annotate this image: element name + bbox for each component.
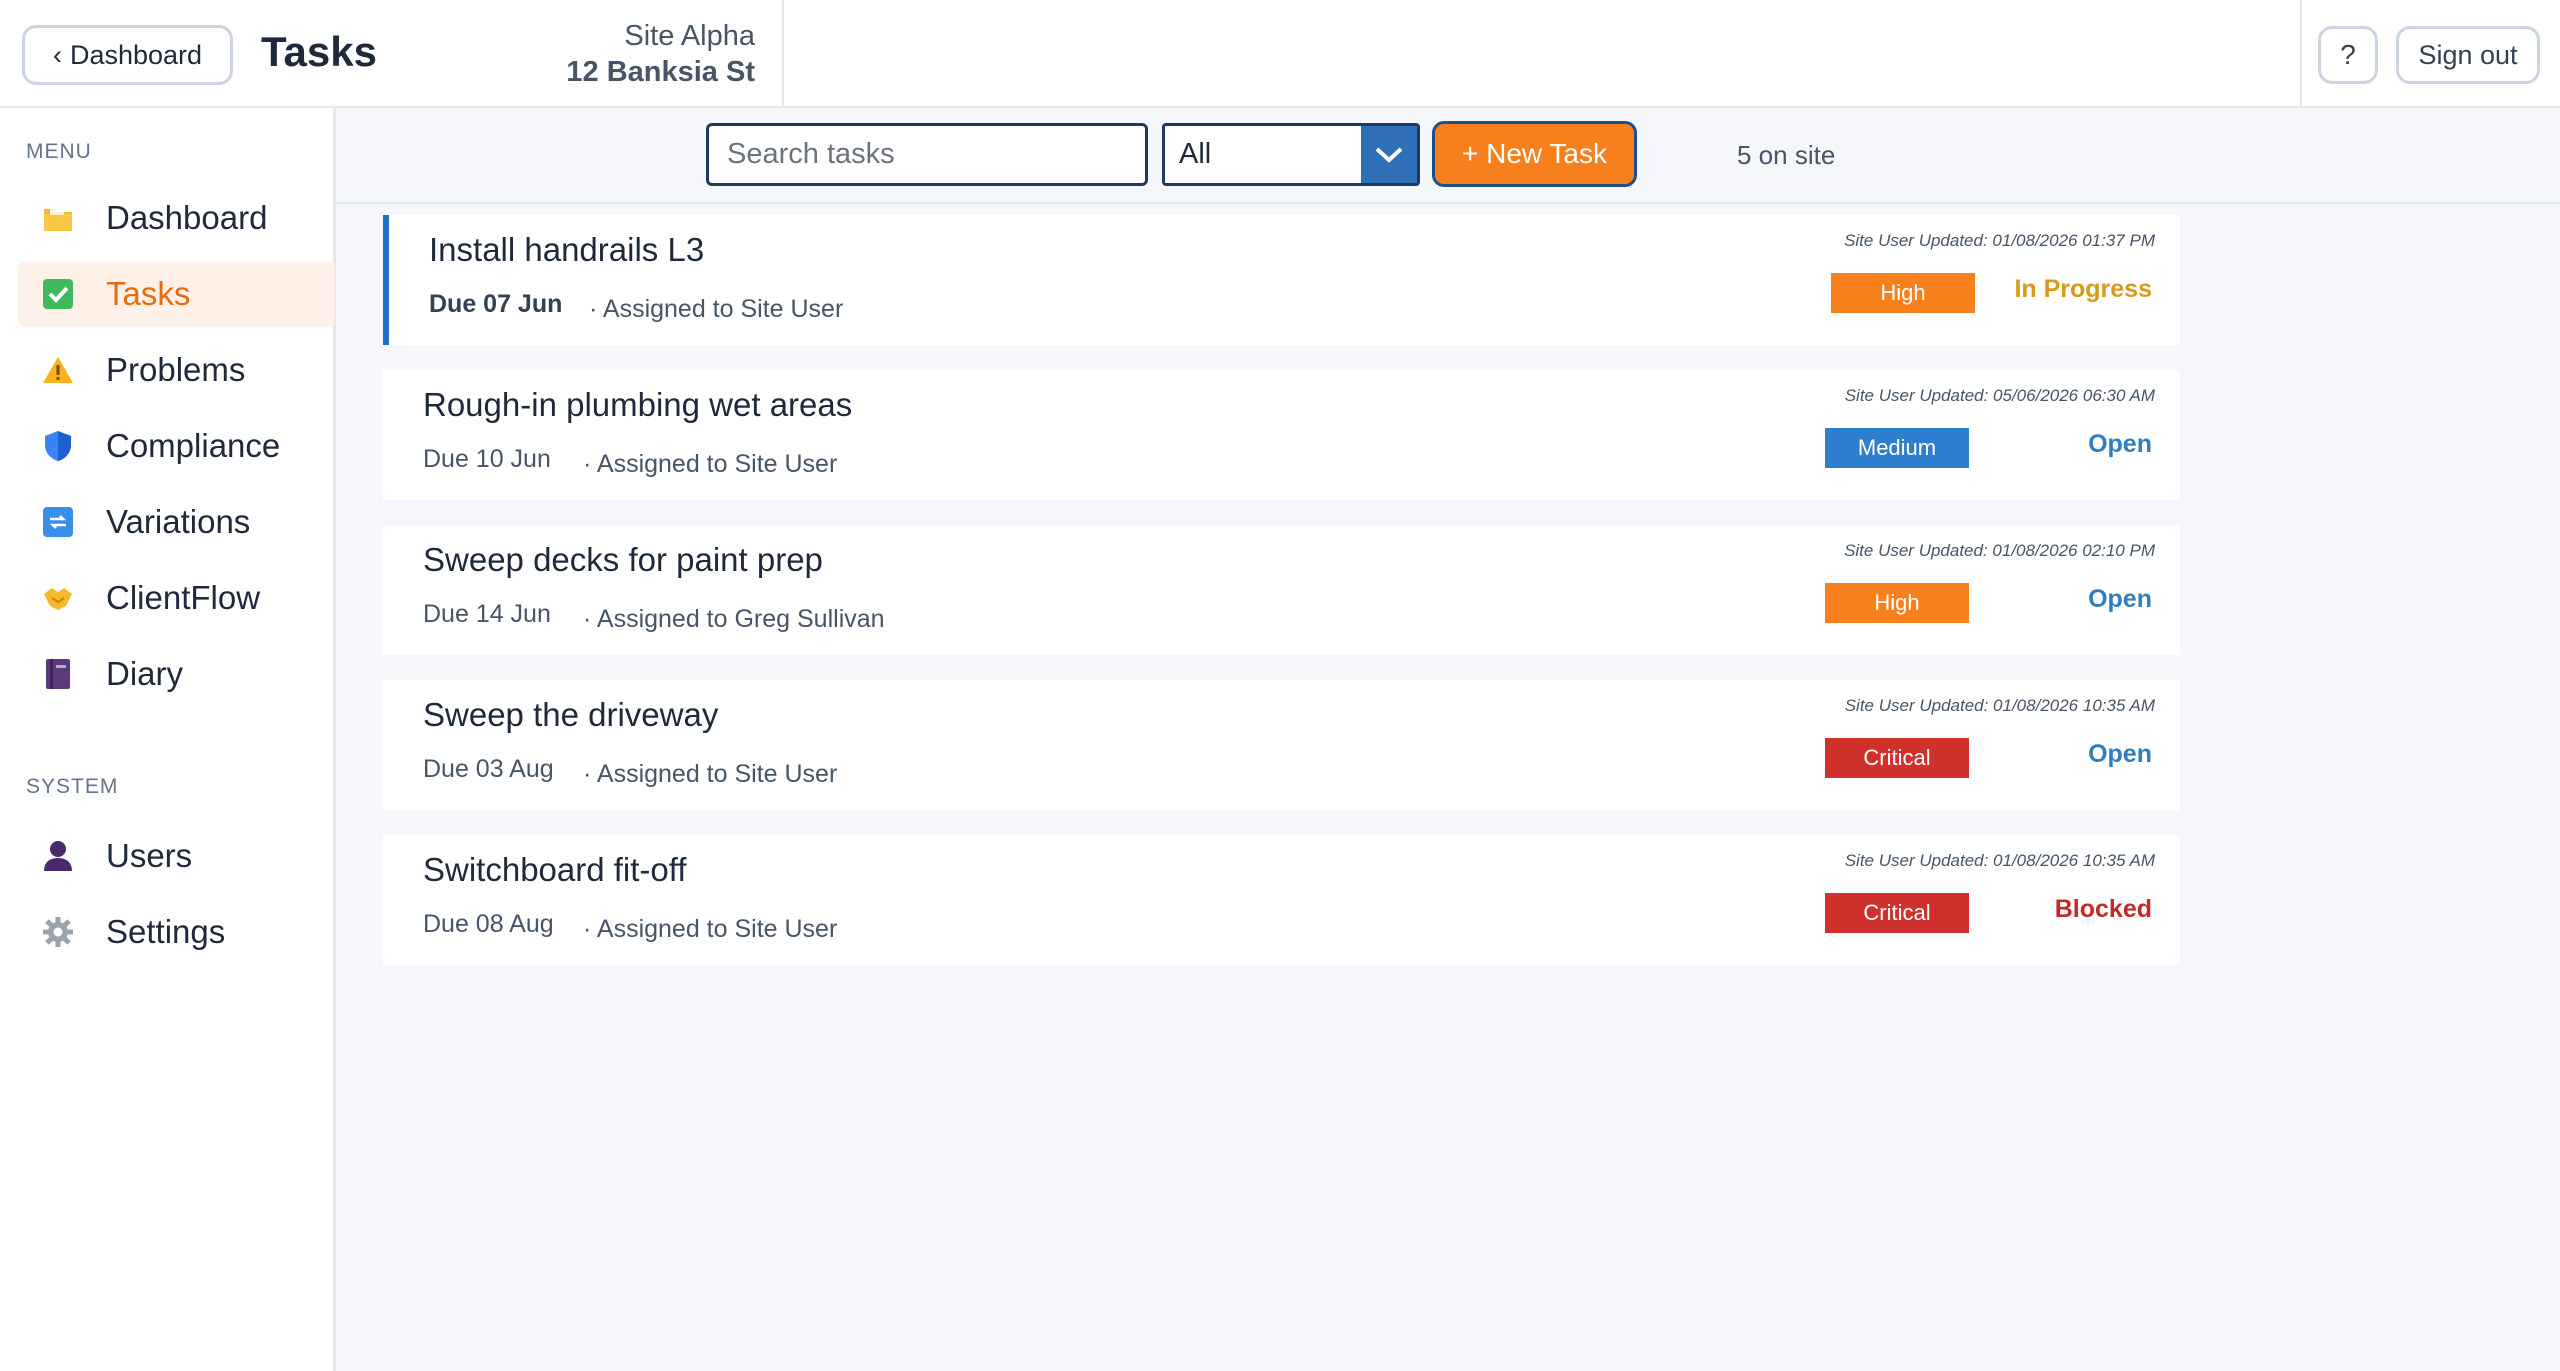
header-divider: [2300, 0, 2302, 108]
page-title: Tasks: [261, 28, 377, 75]
priority-badge: High: [1825, 583, 1969, 623]
sidebar-item-label: Users: [106, 837, 193, 874]
task-updated-meta: Site User Updated: 01/08/2026 10:35 AM: [1844, 696, 2155, 715]
site-info: Site Alpha 12 Banksia St: [566, 18, 755, 90]
task-updated-meta: Site User Updated: 01/08/2026 10:35 AM: [1844, 851, 2155, 870]
status-label: Open: [2088, 585, 2152, 613]
repeat-icon: [42, 506, 74, 538]
sidebar-item-label: Problems: [106, 351, 246, 388]
sidebar-item-users[interactable]: Users: [18, 823, 334, 889]
sidebar-item-clientflow[interactable]: ClientFlow: [18, 565, 334, 631]
menu-section-label: MENU: [26, 140, 92, 163]
task-due-date: Due 14 Jun: [423, 600, 551, 628]
sidebar-item-label: Diary: [106, 655, 184, 692]
sidebar-item-label: ClientFlow: [106, 579, 261, 616]
header-divider: [782, 0, 784, 108]
task-count: 5 on site: [1737, 140, 1836, 170]
priority-badge: Critical: [1825, 893, 1969, 933]
book-icon: [42, 658, 74, 690]
sidebar-item-diary[interactable]: Diary: [18, 641, 334, 707]
task-title: Sweep decks for paint prep: [423, 541, 823, 578]
status-label: Open: [2088, 740, 2152, 768]
priority-badge: Medium: [1825, 428, 1969, 468]
folder-icon: [42, 202, 74, 234]
task-row[interactable]: Switchboard fit-off Due 08 Aug · Assigne…: [383, 835, 2180, 965]
sidebar-item-label: Dashboard: [106, 199, 268, 236]
task-assignee: · Assigned to Site User: [583, 915, 838, 943]
task-updated-meta: Site User Updated: 01/08/2026 02:10 PM: [1844, 541, 2155, 560]
help-button[interactable]: ?: [2318, 26, 2378, 84]
task-row[interactable]: Rough-in plumbing wet areas Due 10 Jun ·…: [383, 370, 2180, 500]
chevron-left-icon: ‹: [52, 39, 62, 70]
chevron-down-icon: [1361, 126, 1417, 183]
sidebar-item-variations[interactable]: Variations: [18, 489, 334, 555]
task-due-date: Due 07 Jun: [429, 290, 563, 318]
task-row[interactable]: Sweep decks for paint prep Due 14 Jun · …: [383, 525, 2180, 655]
sidebar-item-problems[interactable]: Problems: [18, 337, 334, 403]
sidebar-item-tasks[interactable]: Tasks: [18, 261, 334, 327]
top-header: ‹ Dashboard Tasks Site Alpha 12 Banksia …: [0, 0, 2560, 108]
filter-selected-value: All: [1179, 138, 1212, 170]
sidebar-item-compliance[interactable]: Compliance: [18, 413, 334, 479]
sidebar-item-label: Variations: [106, 503, 251, 540]
task-updated-meta: Site User Updated: 01/08/2026 01:37 PM: [1844, 231, 2155, 250]
task-updated-meta: Site User Updated: 05/06/2026 06:30 AM: [1844, 386, 2155, 405]
status-label: Blocked: [2054, 895, 2152, 923]
task-title: Switchboard fit-off: [423, 851, 687, 888]
task-title: Install handrails L3: [429, 231, 705, 268]
task-due-date: Due 08 Aug: [423, 910, 554, 938]
sidebar-item-dashboard[interactable]: Dashboard: [18, 185, 334, 251]
priority-badge: High: [1831, 273, 1975, 313]
warning-icon: [42, 354, 74, 386]
sidebar-item-label: Tasks: [106, 275, 191, 312]
status-filter-select[interactable]: All: [1162, 123, 1420, 186]
checkbox-icon: [42, 278, 74, 310]
task-row[interactable]: Install handrails L3 Due 07 Jun · Assign…: [383, 215, 2180, 345]
back-to-dashboard-button[interactable]: ‹ Dashboard: [22, 25, 233, 85]
sidebar-item-label: Compliance: [106, 427, 281, 464]
status-label: Open: [2088, 430, 2152, 458]
task-due-date: Due 03 Aug: [423, 755, 554, 783]
user-icon: [42, 840, 74, 872]
new-task-button[interactable]: + New Task: [1432, 121, 1637, 187]
task-title: Sweep the driveway: [423, 696, 719, 733]
task-title: Rough-in plumbing wet areas: [423, 386, 853, 423]
task-toolbar: All + New Task 5 on site: [336, 108, 2560, 204]
task-assignee: · Assigned to Greg Sullivan: [583, 605, 885, 633]
task-assignee: · Assigned to Site User: [583, 760, 838, 788]
sidebar: MENU Dashboard Tasks Problems Compliance…: [0, 108, 336, 1371]
back-button-label: Dashboard: [69, 39, 203, 70]
site-address: 12 Banksia St: [566, 56, 755, 88]
sidebar-item-settings[interactable]: Settings: [18, 899, 334, 965]
priority-badge: Critical: [1825, 738, 1969, 778]
sidebar-item-label: Settings: [106, 913, 226, 950]
task-assignee: · Assigned to Site User: [583, 450, 838, 478]
status-label: In Progress: [2014, 275, 2152, 303]
task-row[interactable]: Sweep the driveway Due 03 Aug · Assigned…: [383, 680, 2180, 810]
task-assignee: · Assigned to Site User: [589, 295, 844, 323]
search-input[interactable]: [706, 123, 1148, 186]
shield-icon: [42, 430, 74, 462]
gear-icon: [42, 916, 74, 948]
site-name: Site Alpha: [624, 20, 755, 52]
sign-out-button[interactable]: Sign out: [2396, 26, 2540, 84]
handshake-icon: [42, 582, 74, 614]
system-section-label: SYSTEM: [26, 775, 119, 798]
task-due-date: Due 10 Jun: [423, 445, 551, 473]
